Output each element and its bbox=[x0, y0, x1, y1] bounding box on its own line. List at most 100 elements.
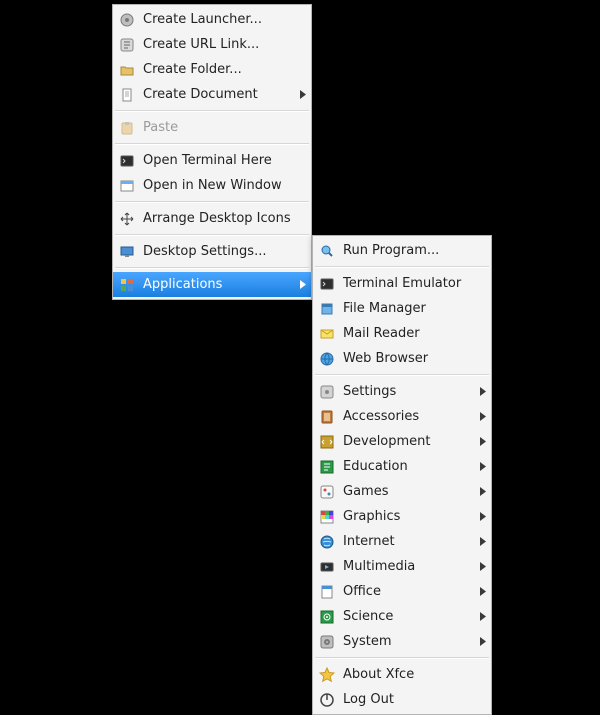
terminal-icon bbox=[119, 153, 135, 169]
submenu-arrow-icon bbox=[477, 612, 487, 621]
science-icon bbox=[319, 609, 335, 625]
desktop-settings-icon bbox=[119, 244, 135, 260]
menu-item-education[interactable]: Education bbox=[313, 454, 491, 479]
menu-item-label: Desktop Settings... bbox=[143, 244, 307, 259]
submenu-arrow-icon bbox=[477, 462, 487, 471]
menu-item-label: Create Document bbox=[143, 87, 297, 102]
menu-item-paste[interactable]: Paste bbox=[113, 115, 311, 140]
paste-icon bbox=[119, 120, 135, 136]
menu-item-label: Create Launcher... bbox=[143, 12, 307, 27]
multimedia-icon bbox=[319, 559, 335, 575]
menu-item-multimedia[interactable]: Multimedia bbox=[313, 554, 491, 579]
graphics-icon bbox=[319, 509, 335, 525]
menu-item-applications[interactable]: Applications bbox=[113, 272, 311, 297]
menu-item-label: Mail Reader bbox=[343, 326, 487, 341]
menu-item-label: Multimedia bbox=[343, 559, 477, 574]
menu-item-file-manager[interactable]: File Manager bbox=[313, 296, 491, 321]
menu-item-label: Paste bbox=[143, 120, 307, 135]
menu-item-office[interactable]: Office bbox=[313, 579, 491, 604]
menu-item-label: Applications bbox=[143, 277, 297, 292]
applications-icon bbox=[119, 277, 135, 293]
development-icon bbox=[319, 434, 335, 450]
menu-item-create-url-link[interactable]: Create URL Link... bbox=[113, 32, 311, 57]
menu-item-create-document[interactable]: Create Document bbox=[113, 82, 311, 107]
office-icon bbox=[319, 584, 335, 600]
menu-item-settings[interactable]: Settings bbox=[313, 379, 491, 404]
menu-item-label: Create URL Link... bbox=[143, 37, 307, 52]
system-icon bbox=[319, 634, 335, 650]
menu-item-run-program[interactable]: Run Program... bbox=[313, 238, 491, 263]
submenu-arrow-icon bbox=[297, 90, 307, 99]
submenu-arrow-icon bbox=[477, 412, 487, 421]
internet-icon bbox=[319, 534, 335, 550]
menu-item-label: Games bbox=[343, 484, 477, 499]
submenu-arrow-icon bbox=[477, 387, 487, 396]
submenu-arrow-icon bbox=[297, 280, 307, 289]
menu-separator bbox=[315, 657, 489, 659]
menu-item-development[interactable]: Development bbox=[313, 429, 491, 454]
menu-item-about-xfce[interactable]: About Xfce bbox=[313, 662, 491, 687]
menu-item-label: Log Out bbox=[343, 692, 487, 707]
menu-item-create-folder[interactable]: Create Folder... bbox=[113, 57, 311, 82]
menu-item-label: About Xfce bbox=[343, 667, 487, 682]
menu-item-terminal-emulator[interactable]: Terminal Emulator bbox=[313, 271, 491, 296]
menu-item-label: System bbox=[343, 634, 477, 649]
terminal-icon bbox=[319, 276, 335, 292]
menu-item-label: Accessories bbox=[343, 409, 477, 424]
games-icon bbox=[319, 484, 335, 500]
menu-separator bbox=[315, 374, 489, 376]
menu-item-open-in-new-window[interactable]: Open in New Window bbox=[113, 173, 311, 198]
submenu-arrow-icon bbox=[477, 537, 487, 546]
star-icon bbox=[319, 667, 335, 683]
menu-item-open-terminal-here[interactable]: Open Terminal Here bbox=[113, 148, 311, 173]
submenu-arrow-icon bbox=[477, 437, 487, 446]
menu-item-label: Graphics bbox=[343, 509, 477, 524]
url-link-icon bbox=[119, 37, 135, 53]
submenu-arrow-icon bbox=[477, 512, 487, 521]
menu-item-mail-reader[interactable]: Mail Reader bbox=[313, 321, 491, 346]
menu-item-web-browser[interactable]: Web Browser bbox=[313, 346, 491, 371]
search-icon bbox=[319, 243, 335, 259]
file-manager-icon bbox=[319, 301, 335, 317]
menu-item-label: Arrange Desktop Icons bbox=[143, 211, 307, 226]
gear-icon bbox=[119, 12, 135, 28]
applications-submenu: Run Program... Terminal Emulator File Ma… bbox=[312, 235, 492, 715]
arrange-icon bbox=[119, 211, 135, 227]
document-icon bbox=[119, 87, 135, 103]
menu-item-label: Internet bbox=[343, 534, 477, 549]
menu-item-system[interactable]: System bbox=[313, 629, 491, 654]
settings-icon bbox=[319, 384, 335, 400]
submenu-arrow-icon bbox=[477, 487, 487, 496]
menu-item-label: Create Folder... bbox=[143, 62, 307, 77]
menu-item-label: Office bbox=[343, 584, 477, 599]
menu-item-label: Web Browser bbox=[343, 351, 487, 366]
logout-icon bbox=[319, 692, 335, 708]
submenu-arrow-icon bbox=[477, 562, 487, 571]
menu-item-accessories[interactable]: Accessories bbox=[313, 404, 491, 429]
folder-icon bbox=[119, 62, 135, 78]
menu-separator bbox=[115, 110, 309, 112]
window-icon bbox=[119, 178, 135, 194]
menu-item-internet[interactable]: Internet bbox=[313, 529, 491, 554]
menu-item-label: File Manager bbox=[343, 301, 487, 316]
globe-icon bbox=[319, 351, 335, 367]
menu-item-arrange-desktop-icons[interactable]: Arrange Desktop Icons bbox=[113, 206, 311, 231]
menu-separator bbox=[115, 143, 309, 145]
menu-item-label: Education bbox=[343, 459, 477, 474]
menu-item-games[interactable]: Games bbox=[313, 479, 491, 504]
menu-item-science[interactable]: Science bbox=[313, 604, 491, 629]
menu-item-graphics[interactable]: Graphics bbox=[313, 504, 491, 529]
menu-separator bbox=[115, 234, 309, 236]
menu-item-label: Development bbox=[343, 434, 477, 449]
submenu-arrow-icon bbox=[477, 587, 487, 596]
menu-item-label: Terminal Emulator bbox=[343, 276, 487, 291]
menu-item-log-out[interactable]: Log Out bbox=[313, 687, 491, 712]
menu-item-label: Run Program... bbox=[343, 243, 487, 258]
menu-separator bbox=[115, 267, 309, 269]
menu-item-desktop-settings[interactable]: Desktop Settings... bbox=[113, 239, 311, 264]
menu-item-label: Science bbox=[343, 609, 477, 624]
menu-item-create-launcher[interactable]: Create Launcher... bbox=[113, 7, 311, 32]
menu-item-label: Settings bbox=[343, 384, 477, 399]
menu-separator bbox=[115, 201, 309, 203]
desktop-context-menu: Create Launcher... Create URL Link... Cr… bbox=[112, 4, 312, 300]
